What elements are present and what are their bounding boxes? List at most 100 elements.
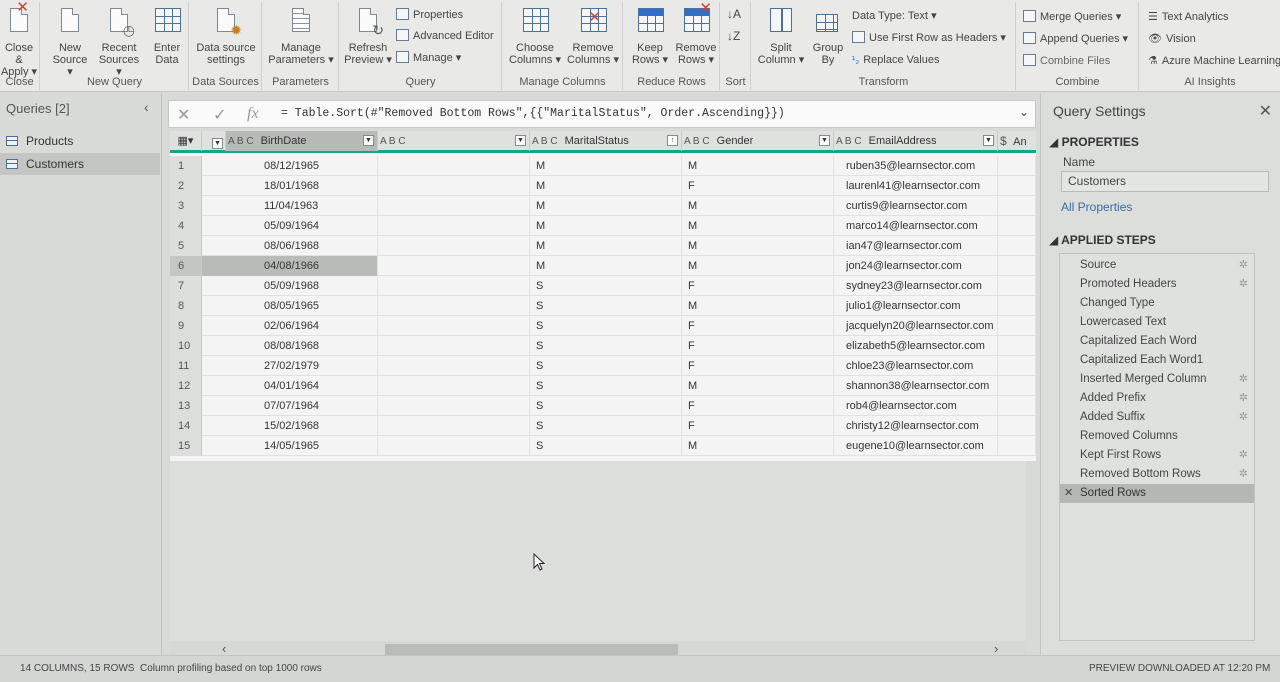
applied-step[interactable]: Source ✲ [1060, 256, 1254, 275]
delete-step-icon[interactable]: ✕ [1064, 484, 1073, 503]
cell-emailaddress[interactable]: ruben35@learnsector.com [834, 156, 998, 176]
step-settings-gear-icon[interactable]: ✲ [1239, 370, 1248, 389]
cell-emailaddress[interactable]: shannon38@learnsector.com [834, 376, 998, 396]
cell-birthdate[interactable]: 04/08/1966 [202, 256, 378, 276]
filter-dropdown-icon[interactable]: ▼ [363, 135, 374, 146]
new-source-button[interactable]: New Source ▾ [49, 6, 91, 78]
cell-birthdate[interactable]: 08/12/1965 [202, 156, 378, 176]
query-item-products[interactable]: Products [0, 130, 160, 152]
cell-birthdate[interactable]: 07/07/1964 [202, 396, 378, 416]
cell-gender[interactable]: F [682, 356, 834, 376]
query-name-input[interactable]: Customers [1061, 171, 1269, 192]
replace-values-button[interactable]: ¹₂ Replace Values [852, 52, 939, 68]
sort-ascending-icon[interactable]: ↓A [727, 6, 741, 22]
column-header-next[interactable]: $ An [998, 131, 1036, 151]
cell-middle[interactable] [378, 156, 530, 176]
cell-birthdate[interactable]: 27/02/1979 [202, 356, 378, 376]
cell-gender[interactable]: M [682, 236, 834, 256]
table-row[interactable]: 8 08/05/1965 S Mjulio1@learnsector.com [170, 296, 1036, 316]
cell-gender[interactable]: F [682, 396, 834, 416]
cell-birthdate[interactable]: 05/09/1964 [202, 216, 378, 236]
cell-emailaddress[interactable]: jon24@learnsector.com [834, 256, 998, 276]
column-header-birthdate[interactable]: A B C BirthDate ▼ [226, 131, 378, 151]
row-number[interactable]: 6 [170, 256, 202, 276]
row-number[interactable]: 4 [170, 216, 202, 236]
table-row[interactable]: 1 08/12/1965 M Mruben35@learnsector.com [170, 156, 1036, 176]
keep-rows-button[interactable]: Keep Rows ▾ [626, 6, 674, 66]
cell-middle[interactable] [378, 236, 530, 256]
cell-gender[interactable]: F [682, 336, 834, 356]
cell-maritalstatus[interactable]: M [530, 236, 682, 256]
table-row[interactable]: 13 07/07/1964 S Frob4@learnsector.com [170, 396, 1036, 416]
cell-maritalstatus[interactable]: S [530, 296, 682, 316]
cell-next[interactable] [998, 416, 1036, 436]
step-settings-gear-icon[interactable]: ✲ [1239, 275, 1248, 294]
scroll-left-icon[interactable]: ‹ [222, 641, 226, 656]
cell-emailaddress[interactable]: marco14@learnsector.com [834, 216, 998, 236]
cell-gender[interactable]: F [682, 416, 834, 436]
applied-step[interactable]: ✕ Sorted Rows [1060, 484, 1254, 503]
cell-birthdate[interactable]: 08/08/1968 [202, 336, 378, 356]
cell-next[interactable] [998, 176, 1036, 196]
cell-next[interactable] [998, 396, 1036, 416]
cell-emailaddress[interactable]: sydney23@learnsector.com [834, 276, 998, 296]
cell-gender[interactable]: M [682, 436, 834, 456]
cell-birthdate[interactable]: 04/01/1964 [202, 376, 378, 396]
cell-gender[interactable]: F [682, 176, 834, 196]
enter-data-button[interactable]: Enter Data [147, 6, 187, 66]
cell-maritalstatus[interactable]: S [530, 276, 682, 296]
applied-step[interactable]: Changed Type [1060, 294, 1254, 313]
cell-gender[interactable]: M [682, 216, 834, 236]
cell-emailaddress[interactable]: julio1@learnsector.com [834, 296, 998, 316]
all-properties-link[interactable]: All Properties [1061, 200, 1132, 214]
cell-emailaddress[interactable]: laurenl41@learnsector.com [834, 176, 998, 196]
column-header-middle[interactable]: A B C ▼ [378, 131, 530, 151]
table-row[interactable]: 2 18/01/1968 M Flaurenl41@learnsector.com [170, 176, 1036, 196]
manage-button[interactable]: Manage ▾ [396, 50, 461, 66]
applied-step[interactable]: Removed Bottom Rows ✲ [1060, 465, 1254, 484]
manage-parameters-button[interactable]: Manage Parameters ▾ [265, 6, 337, 66]
row-number[interactable]: 7 [170, 276, 202, 296]
applied-step[interactable]: Added Suffix ✲ [1060, 408, 1254, 427]
sort-filter-icon[interactable]: ↑ [667, 135, 678, 146]
refresh-preview-button[interactable]: ↻ Refresh Preview ▾ [342, 6, 394, 66]
cell-maritalstatus[interactable]: S [530, 316, 682, 336]
cell-birthdate[interactable]: 18/01/1968 [202, 176, 378, 196]
group-by-button[interactable]: Group By [808, 6, 848, 66]
text-analytics-button[interactable]: ☰ Text Analytics [1148, 9, 1229, 25]
cell-gender[interactable]: M [682, 196, 834, 216]
cell-emailaddress[interactable]: ian47@learnsector.com [834, 236, 998, 256]
applied-steps-section[interactable]: ◢ APPLIED STEPS [1049, 233, 1156, 247]
cell-middle[interactable] [378, 216, 530, 236]
cell-middle[interactable] [378, 436, 530, 456]
combine-files-button[interactable]: Combine Files [1023, 53, 1110, 69]
cell-gender[interactable]: M [682, 256, 834, 276]
row-number[interactable]: 15 [170, 436, 202, 456]
cell-middle[interactable] [378, 376, 530, 396]
cell-maritalstatus[interactable]: M [530, 196, 682, 216]
cell-maritalstatus[interactable]: S [530, 396, 682, 416]
cell-emailaddress[interactable]: chloe23@learnsector.com [834, 356, 998, 376]
cell-next[interactable] [998, 356, 1036, 376]
table-row[interactable]: 6 04/08/1966 M Mjon24@learnsector.com [170, 256, 1036, 276]
cell-middle[interactable] [378, 356, 530, 376]
cell-middle[interactable] [378, 296, 530, 316]
cell-next[interactable] [998, 296, 1036, 316]
sort-descending-icon[interactable]: ↓Z [727, 28, 740, 44]
table-row[interactable]: 3 11/04/1963 M Mcurtis9@learnsector.com [170, 196, 1036, 216]
cancel-icon[interactable]: ✕ [177, 105, 190, 125]
scroll-right-icon[interactable]: › [994, 641, 998, 656]
table-row[interactable]: 14 15/02/1968 S Fchristy12@learnsector.com [170, 416, 1036, 436]
cell-birthdate[interactable]: 02/06/1964 [202, 316, 378, 336]
cell-next[interactable] [998, 336, 1036, 356]
table-menu-icon[interactable]: ▦▾ [170, 131, 202, 151]
cell-next[interactable] [998, 276, 1036, 296]
cell-next[interactable] [998, 256, 1036, 276]
cell-gender[interactable]: M [682, 376, 834, 396]
applied-step[interactable]: Capitalized Each Word [1060, 332, 1254, 351]
azure-ml-button[interactable]: ⚗ Azure Machine Learning [1148, 53, 1280, 69]
cell-gender[interactable]: F [682, 276, 834, 296]
cell-birthdate[interactable]: 14/05/1965 [202, 436, 378, 456]
applied-step[interactable]: Inserted Merged Column ✲ [1060, 370, 1254, 389]
row-number[interactable]: 14 [170, 416, 202, 436]
